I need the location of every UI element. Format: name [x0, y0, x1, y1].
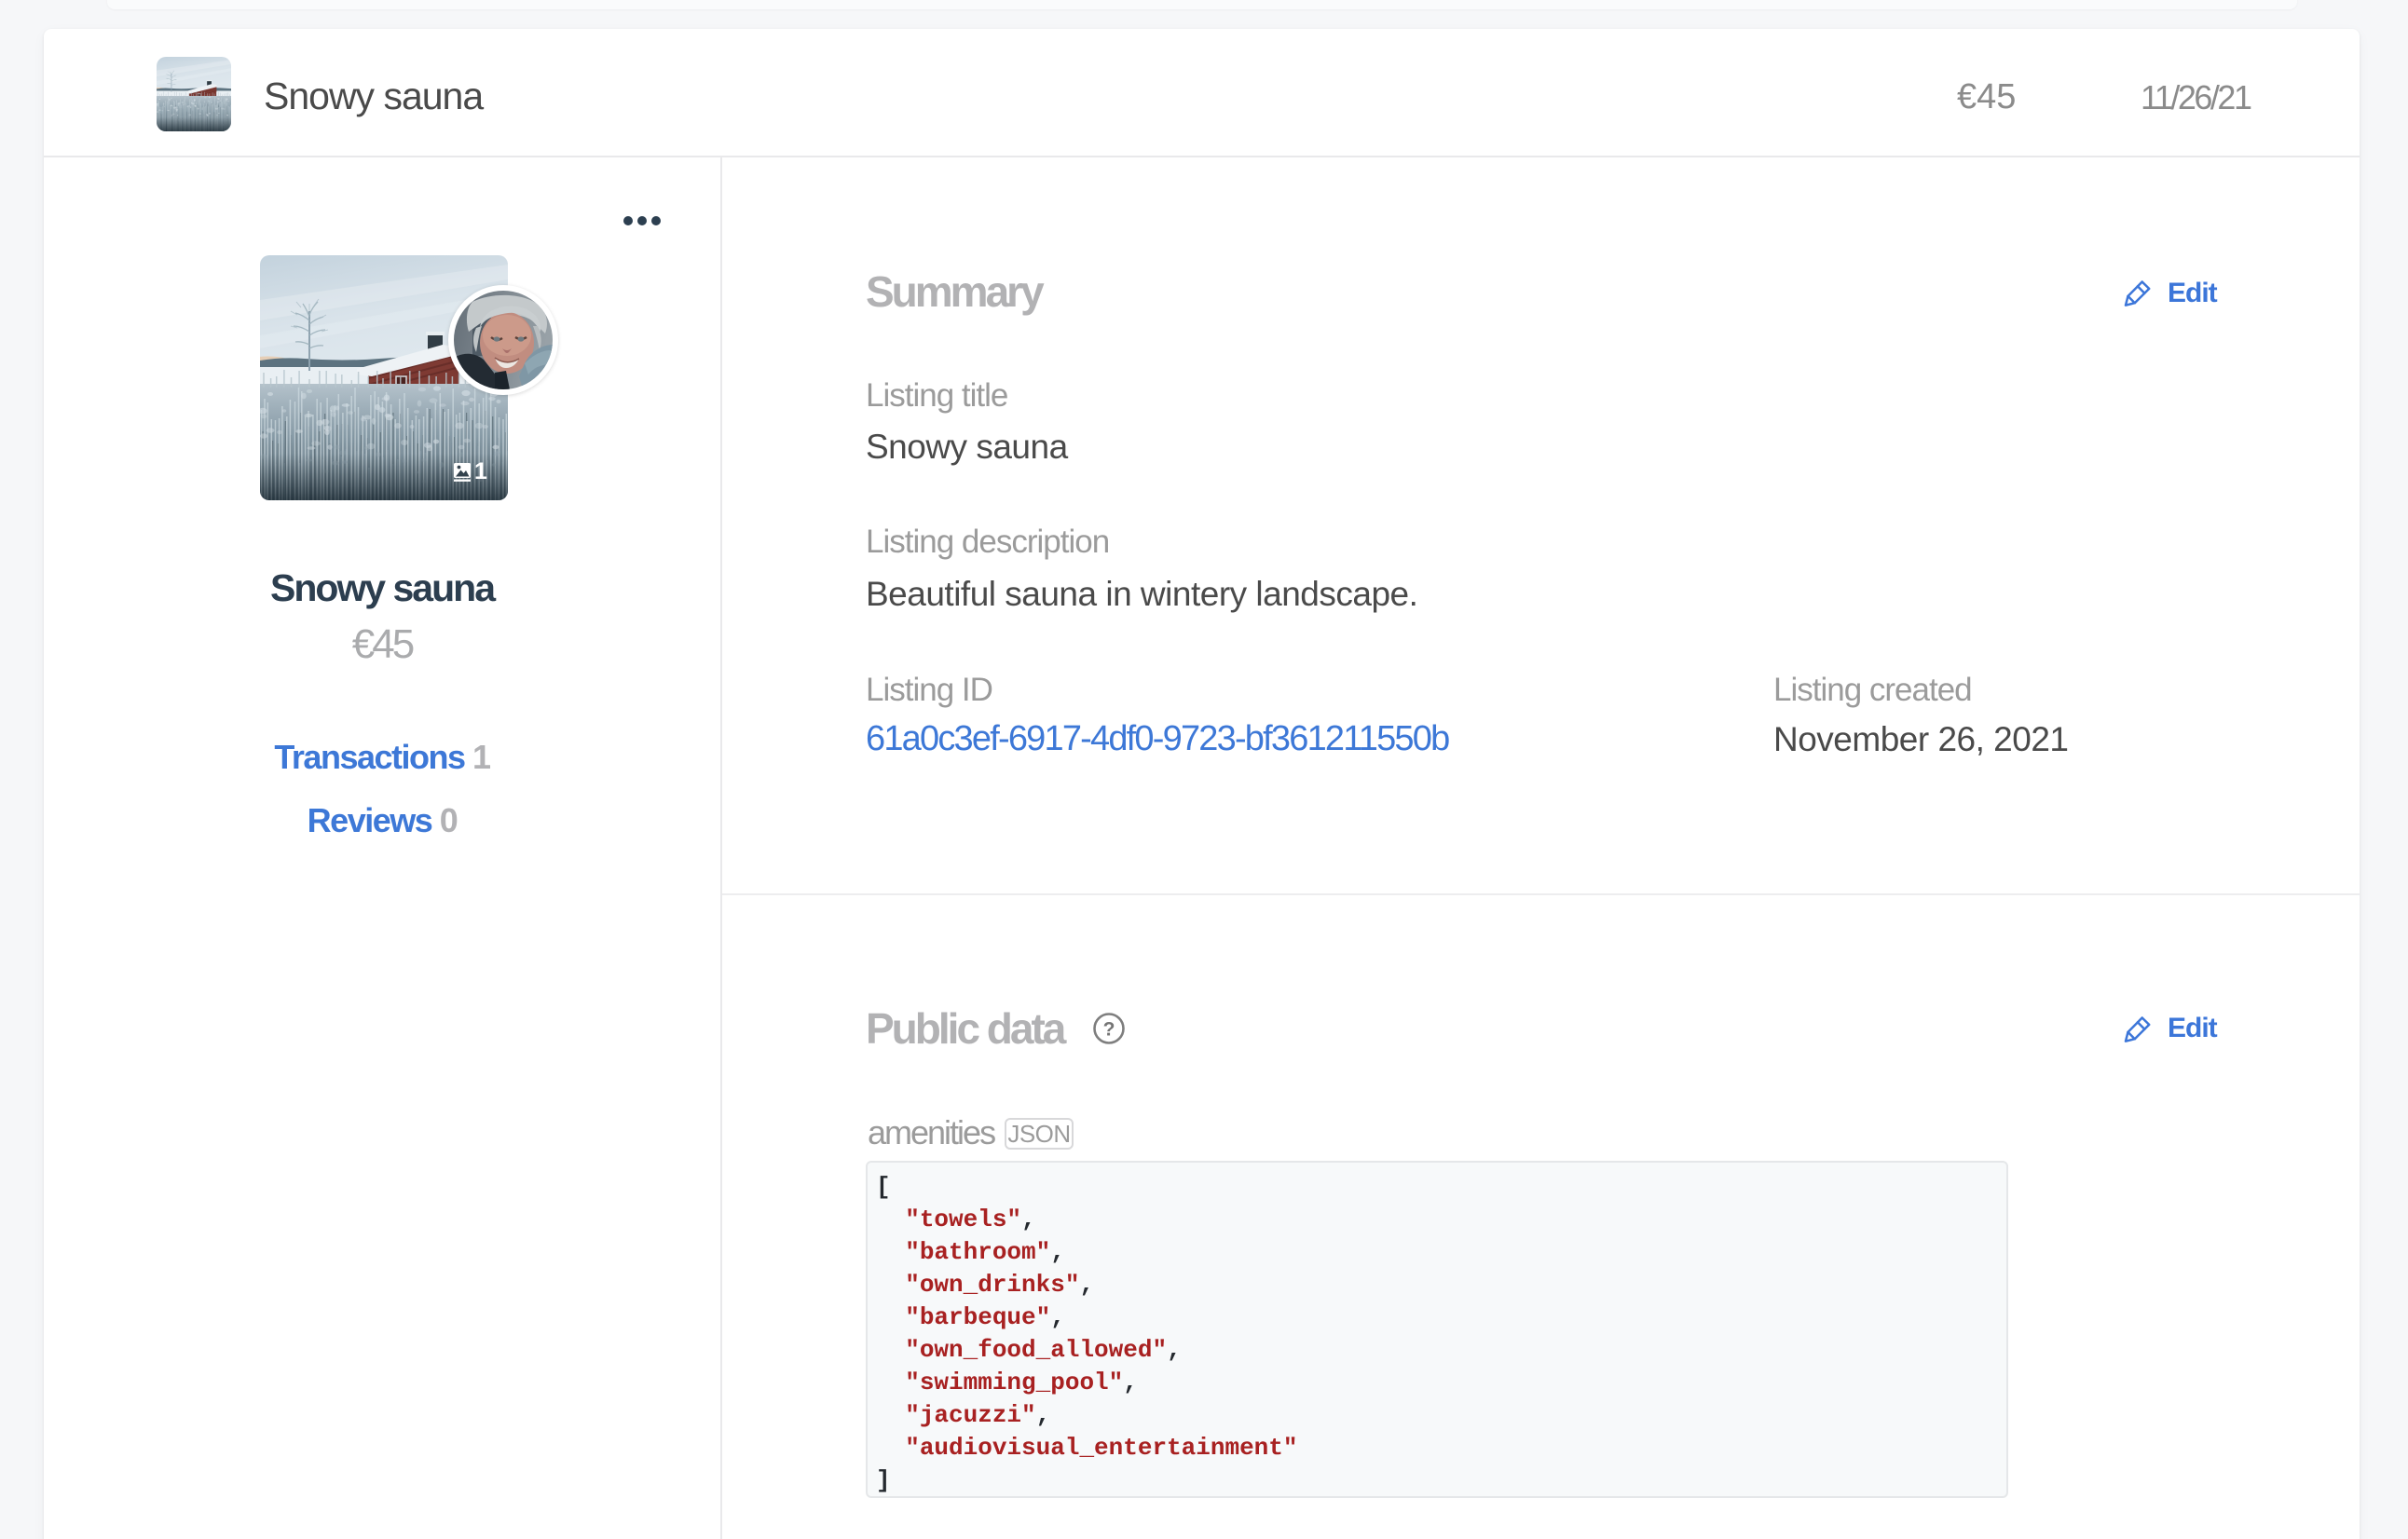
svg-text:?: ?: [1103, 1019, 1115, 1041]
